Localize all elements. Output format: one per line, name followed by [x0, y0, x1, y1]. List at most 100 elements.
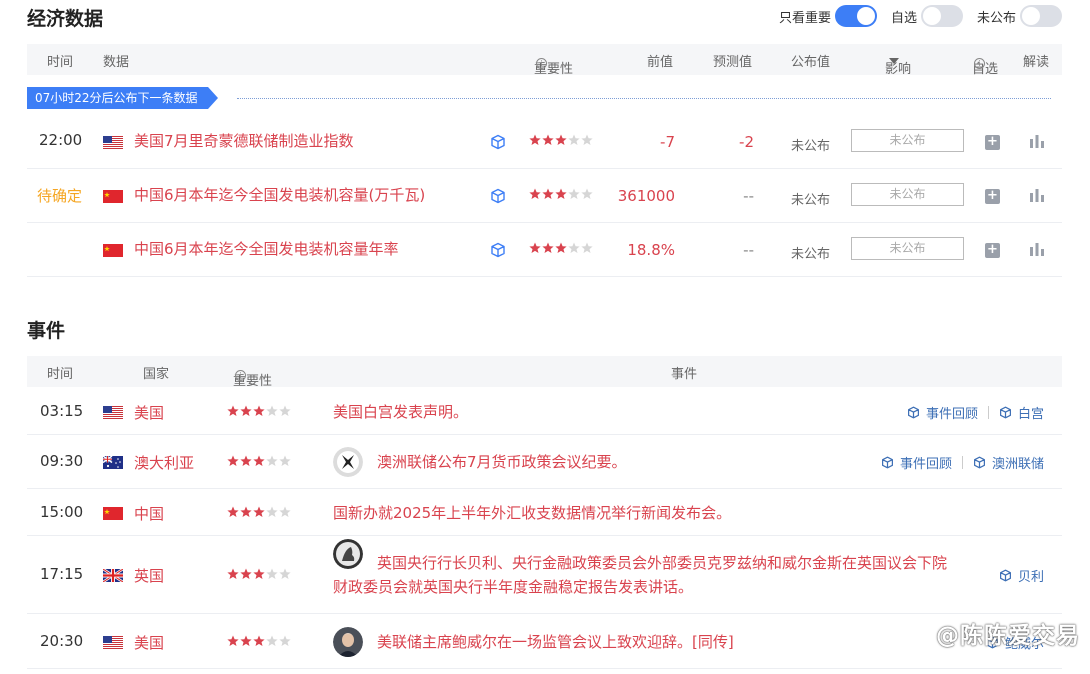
- star-icon: [581, 188, 593, 199]
- econ-indicator-name[interactable]: 美国7月里奇蒙德联储制造业指数: [134, 130, 354, 151]
- event-country: 美国: [134, 403, 165, 422]
- flag-us-icon: [103, 405, 123, 419]
- star-icon: [266, 506, 278, 517]
- econ-published-value: 未公布: [791, 139, 831, 154]
- star-icon: [568, 242, 580, 253]
- econ-row[interactable]: 22:00 美国7月里奇蒙德联储制造业指数 -7 -2 未公布 未公布 +: [27, 116, 1062, 169]
- econ-indicator-name[interactable]: 中国6月本年迄今全国发电装机容量年率: [134, 238, 399, 259]
- importance-stars: [529, 188, 594, 200]
- switch-important-only[interactable]: [834, 5, 877, 27]
- header-event: 事件: [671, 367, 698, 382]
- econ-time: 22:00: [39, 131, 83, 149]
- importance-stars: [529, 242, 594, 254]
- bar-chart-icon[interactable]: [1029, 187, 1045, 203]
- econ-indicator-name[interactable]: 中国6月本年迄今全国发电装机容量(万千瓦): [134, 184, 425, 205]
- cube-icon[interactable]: [490, 134, 506, 150]
- toggle-label: 只看重要: [778, 10, 831, 26]
- toggle-watchlist[interactable]: 自选: [891, 5, 963, 27]
- toggle-label: 自选: [890, 10, 917, 26]
- toggle-unpublished[interactable]: 未公布: [977, 5, 1062, 27]
- bar-chart-icon[interactable]: [1029, 241, 1045, 257]
- info-icon[interactable]: i: [235, 370, 246, 381]
- cube-icon[interactable]: [490, 188, 506, 204]
- econ-impact-box: 未公布: [851, 237, 964, 260]
- event-row[interactable]: 15:00 中国 国新办就2025年上半年外汇收支数据情况举行新闻发布会。: [27, 489, 1062, 536]
- star-icon: [555, 242, 567, 253]
- event-row[interactable]: 20:30 美国 美联储主席鲍威尔在一场监管会议上致欢迎辞。[同传] 鲍威尔: [27, 614, 1062, 669]
- event-links: 贝利: [999, 566, 1044, 585]
- star-icon: [253, 635, 265, 646]
- star-icon: [227, 635, 239, 646]
- star-icon: [568, 134, 580, 145]
- econ-prev-value: 18.8%: [627, 241, 675, 259]
- flag-gb-icon: [102, 567, 124, 584]
- event-link[interactable]: 事件回顾: [907, 403, 978, 422]
- event-row[interactable]: 03:15 美国 美国白宫发表声明。 事件回顾 白宫: [27, 388, 1062, 435]
- info-icon[interactable]: i: [974, 58, 985, 69]
- star-icon: [581, 134, 593, 145]
- star-icon: [529, 242, 541, 253]
- event-time: 03:15: [40, 401, 84, 420]
- star-icon: [240, 455, 252, 466]
- filter-toggles: 只看重要 自选 未公布: [765, 4, 1062, 28]
- header-country: 国家: [143, 367, 170, 382]
- author-watermark: @陈陈爱交易: [936, 623, 1080, 649]
- info-icon[interactable]: i: [536, 58, 547, 69]
- star-icon: [253, 506, 265, 517]
- econ-row[interactable]: 待确定 中国6月本年迄今全国发电装机容量(万千瓦) 361000 -- 未公布 未公布 +: [27, 170, 1062, 223]
- event-text[interactable]: 国新办就2025年上半年外汇收支数据情况举行新闻发布会。: [333, 501, 731, 525]
- econ-section-title: 经济数据: [27, 8, 104, 30]
- econ-forecast-value: -2: [739, 133, 754, 151]
- event-country: 澳大利亚: [134, 454, 195, 472]
- event-row[interactable]: 17:15 英国 英国央行行长贝利、央行金融政策委员会外部委员克罗兹纳和威尔金斯在英…: [27, 536, 1062, 614]
- event-text[interactable]: 英国央行行长贝利、央行金融政策委员会外部委员克罗兹纳和威尔金斯在英国议会下院: [377, 551, 947, 575]
- econ-impact-box: 未公布: [851, 129, 964, 152]
- star-icon: [555, 188, 567, 199]
- event-link[interactable]: 白宫: [999, 403, 1044, 422]
- events-section-title: 事件: [27, 320, 66, 342]
- event-time: 17:15: [40, 565, 84, 583]
- event-link[interactable]: 贝利: [999, 566, 1044, 585]
- star-icon: [253, 568, 265, 579]
- event-link[interactable]: 事件回顾: [881, 453, 952, 472]
- econ-table-header: 时间 数据 重要性 i 前值 预测值 公布值 影响 自选 i 解读: [27, 44, 1062, 77]
- event-text[interactable]: 澳洲联储公布7月货币政策会议纪要。: [377, 450, 627, 474]
- countdown-banner: 07小时22分后公布下一条数据: [27, 87, 218, 109]
- event-link[interactable]: 澳洲联储: [973, 453, 1044, 472]
- econ-forecast-value: --: [743, 187, 754, 205]
- star-icon: [253, 405, 265, 416]
- header-time: 时间: [47, 367, 74, 382]
- cube-icon[interactable]: [490, 242, 506, 258]
- importance-stars: [529, 134, 594, 146]
- econ-row[interactable]: 中国6月本年迄今全国发电装机容量年率 18.8% -- 未公布 未公布 +: [27, 224, 1062, 277]
- star-icon: [227, 568, 239, 579]
- star-icon: [240, 405, 252, 416]
- star-icon: [266, 568, 278, 579]
- star-icon: [279, 506, 291, 517]
- star-icon: [529, 134, 541, 145]
- add-watch-button[interactable]: +: [985, 189, 1000, 204]
- star-icon: [542, 134, 554, 145]
- toggle-important-only[interactable]: 只看重要: [779, 5, 877, 27]
- bar-chart-icon[interactable]: [1029, 133, 1045, 149]
- powell-portrait-avatar: [333, 626, 363, 657]
- importance-stars: [227, 635, 292, 647]
- add-watch-button[interactable]: +: [985, 243, 1000, 258]
- event-text[interactable]: 财政委员会就英国央行半年度金融稳定报告发表讲话。: [333, 575, 693, 599]
- econ-prev-value: 361000: [617, 187, 675, 205]
- header-prev: 前值: [647, 55, 674, 70]
- econ-impact-box: 未公布: [851, 183, 964, 206]
- add-watch-button[interactable]: +: [985, 135, 1000, 150]
- star-icon: [568, 188, 580, 199]
- caret-down-icon: [889, 58, 899, 64]
- switch-unpublished[interactable]: [1020, 5, 1062, 27]
- star-icon: [227, 455, 239, 466]
- flag-cn-icon: [103, 190, 123, 203]
- importance-stars: [227, 568, 292, 580]
- event-text[interactable]: 美联储主席鲍威尔在一场监管会议上致欢迎辞。[同传]: [377, 630, 734, 654]
- flag-au-icon: [102, 455, 123, 469]
- event-text[interactable]: 美国白宫发表声明。: [333, 400, 468, 424]
- event-row[interactable]: 09:30 澳大利亚 澳洲联储公布7月货币政策会议纪要。 事件回顾 澳洲联储: [27, 435, 1062, 489]
- header-forecast: 预测值: [713, 55, 753, 70]
- switch-watchlist[interactable]: [920, 5, 963, 27]
